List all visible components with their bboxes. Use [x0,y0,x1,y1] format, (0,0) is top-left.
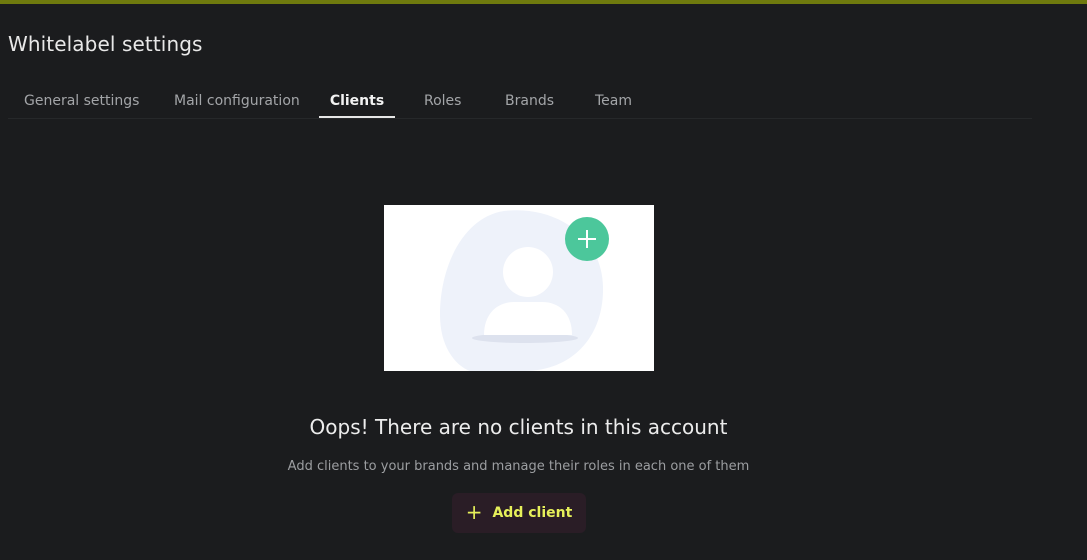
add-user-icon [440,210,609,371]
tab-roles[interactable]: Roles [424,84,464,118]
page-title: Whitelabel settings [8,32,203,56]
tab-clients[interactable]: Clients [319,84,395,118]
plus-icon: + [465,500,483,524]
add-client-button[interactable]: + Add client [452,493,586,533]
tab-mail-configuration[interactable]: Mail configuration [174,84,300,118]
top-accent-bar [0,0,1087,4]
tab-team[interactable]: Team [595,84,635,118]
empty-state-title: Oops! There are no clients in this accou… [309,415,728,439]
add-client-label: Add client [492,505,573,521]
empty-state-subtitle: Add clients to your brands and manage th… [287,459,750,474]
empty-clients-illustration [384,205,654,371]
tab-general-settings[interactable]: General settings [24,84,139,118]
settings-tabs: General settings Mail configuration Clie… [8,84,1032,119]
tab-brands[interactable]: Brands [505,84,555,118]
